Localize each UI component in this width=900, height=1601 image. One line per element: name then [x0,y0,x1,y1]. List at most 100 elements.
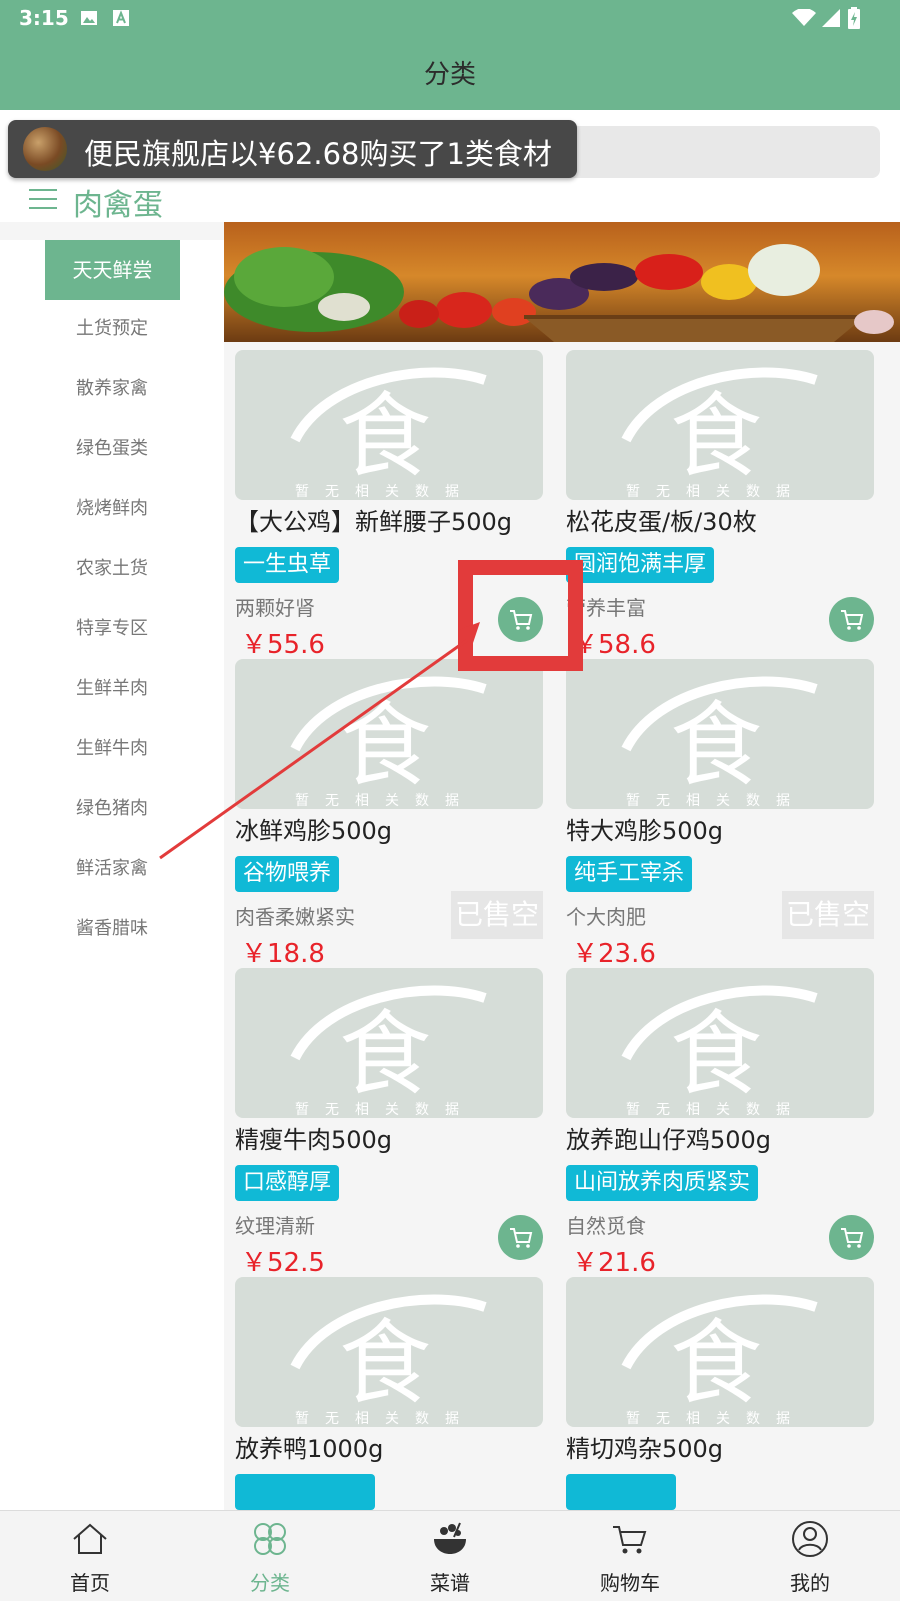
add-to-cart-button[interactable] [498,1215,543,1260]
product-image-placeholder: 食 暂无相关数据 [235,350,543,500]
svg-text:食: 食 [670,1001,762,1108]
svg-text:暂无相关数据: 暂无相关数据 [295,1102,475,1118]
svg-text:食: 食 [339,692,431,799]
category-title: 肉禽蛋 [73,188,163,223]
product-tag: 一生虫草 [235,547,340,583]
status-bar: 3:15 [0,0,900,36]
signal-icon [822,9,840,27]
sidebar-item[interactable]: 散养家禽 [0,374,224,400]
cart-icon [510,1228,533,1248]
product-price: ￥58.6 [572,630,656,660]
category-icon [254,1523,286,1555]
placeholder-logo: 食 暂无相关数据 [621,676,818,809]
sidebar-item-active[interactable]: 天天鲜尝 [45,240,180,300]
nav-profile[interactable]: 我的 [720,1511,900,1601]
sidebar-item[interactable]: 生鲜牛肉 [0,734,224,760]
product-image-placeholder: 食 暂无相关数据 [566,659,874,809]
top-header: 分类 [0,36,900,110]
product-image-placeholder: 食 暂无相关数据 [235,968,543,1118]
product-image-placeholder: 食 暂无相关数据 [235,659,543,809]
product-card[interactable]: 食 暂无相关数据 松花皮蛋/板/30枚 圆润饱满丰厚 营养丰富 ￥58.6 [566,350,874,660]
sidebar-item[interactable]: 生鲜羊肉 [0,674,224,700]
product-area: 食 暂无相关数据 【大公鸡】新鲜腰子500g 一生虫草 两颗好肾 ￥55.6 食… [224,222,900,1510]
nav-label: 购物车 [600,1571,660,1595]
product-name: 精瘦牛肉500g [235,1126,393,1154]
annotation-highlight-box [458,560,583,671]
sold-out-badge: 已售空 [451,891,543,939]
placeholder-logo: 食 暂无相关数据 [621,367,818,500]
svg-text:食: 食 [670,1310,762,1417]
wifi-icon [792,9,816,26]
text-notification-icon [113,10,129,26]
svg-text:食: 食 [339,1310,431,1417]
product-name: 精切鸡杂500g [566,1435,724,1463]
sidebar-item[interactable]: 鲜活家禽 [0,854,224,880]
product-tag: 山间放养肉质紧实 [566,1165,759,1201]
nav-home[interactable]: 首页 [0,1511,180,1601]
sold-out-badge: 已售空 [782,891,874,939]
sidebar-item[interactable]: 绿色蛋类 [0,434,224,460]
product-tag: 纯手工宰杀 [566,856,693,892]
add-to-cart-button[interactable] [829,597,874,642]
cart-icon [613,1526,647,1554]
product-tag: 口感醇厚 [235,1165,340,1201]
category-sidebar: 天天鲜尝 土货预定 散养家禽 绿色蛋类 烧烤鲜肉 农家土货 特享专区 生鲜羊肉 … [0,222,224,1528]
svg-text:暂无相关数据: 暂无相关数据 [626,1411,806,1427]
product-card[interactable]: 食 暂无相关数据 冰鲜鸡胗500g 谷物喂养 肉香柔嫩紧实 ￥18.8 已售空 [235,659,543,969]
placeholder-logo: 食 暂无相关数据 [290,1294,487,1427]
svg-text:食: 食 [339,1001,431,1108]
product-price: ￥21.6 [572,1248,656,1278]
nav-label: 分类 [250,1571,290,1595]
product-name: 放养跑山仔鸡500g [566,1126,772,1154]
product-card[interactable]: 食 暂无相关数据 精瘦牛肉500g 口感醇厚 纹理清新 ￥52.5 [235,968,543,1278]
sidebar-item[interactable]: 土货预定 [0,314,224,340]
product-price: ￥23.6 [572,939,656,969]
product-price: ￥18.8 [241,939,325,969]
product-card[interactable]: 食 暂无相关数据 放养鸭1000g [235,1277,543,1510]
nav-label: 菜谱 [430,1571,470,1595]
svg-text:食: 食 [670,383,762,490]
svg-text:食: 食 [339,383,431,490]
product-tag [566,1474,676,1510]
nav-label: 我的 [790,1571,830,1595]
product-subtitle: 纹理清新 [235,1214,315,1238]
sidebar-item[interactable]: 特享专区 [0,614,224,640]
add-to-cart-button[interactable] [829,1215,874,1260]
battery-icon [848,7,860,29]
product-tag: 谷物喂养 [235,856,340,892]
svg-text:暂无相关数据: 暂无相关数据 [626,484,806,500]
sidebar-item[interactable]: 农家土货 [0,554,224,580]
status-time: 3:15 [19,6,69,30]
product-subtitle: 两颗好肾 [235,596,315,620]
sidebar-item[interactable]: 绿色猪肉 [0,794,224,820]
product-price: ￥55.6 [241,630,325,660]
placeholder-logo: 食 暂无相关数据 [621,1294,818,1427]
menu-icon[interactable] [29,189,57,211]
placeholder-logo: 食 暂无相关数据 [290,985,487,1118]
sidebar-item[interactable]: 酱香腊味 [0,914,224,940]
product-tag [235,1474,375,1510]
product-image-placeholder: 食 暂无相关数据 [566,968,874,1118]
nav-label: 首页 [70,1571,110,1595]
product-card[interactable]: 食 暂无相关数据 精切鸡杂500g [566,1277,874,1510]
product-image-placeholder: 食 暂无相关数据 [235,1277,543,1427]
product-image-placeholder: 食 暂无相关数据 [566,1277,874,1427]
svg-text:食: 食 [670,692,762,799]
product-tag: 圆润饱满丰厚 [566,547,715,583]
product-image-placeholder: 食 暂无相关数据 [566,350,874,500]
product-name: 冰鲜鸡胗500g [235,817,393,845]
nav-recipe[interactable]: 菜谱 [360,1511,540,1601]
product-card[interactable]: 食 暂无相关数据 特大鸡胗500g 纯手工宰杀 个大肉肥 ￥23.6 已售空 [566,659,874,969]
bottom-navigation: 首页 分类 菜谱 购物车 我的 [0,1510,900,1601]
nav-cart[interactable]: 购物车 [540,1511,720,1601]
sidebar-item[interactable]: 烧烤鲜肉 [0,494,224,520]
gallery-notification-icon [81,11,97,25]
nav-category[interactable]: 分类 [180,1511,360,1601]
product-subtitle: 个大肉肥 [566,905,646,929]
svg-text:暂无相关数据: 暂无相关数据 [295,793,475,809]
product-price: ￥52.5 [241,1248,325,1278]
cart-icon [841,610,864,630]
svg-text:暂无相关数据: 暂无相关数据 [626,1102,806,1118]
product-card[interactable]: 食 暂无相关数据 放养跑山仔鸡500g 山间放养肉质紧实 自然觅食 ￥21.6 [566,968,874,1278]
profile-icon [792,1521,828,1557]
